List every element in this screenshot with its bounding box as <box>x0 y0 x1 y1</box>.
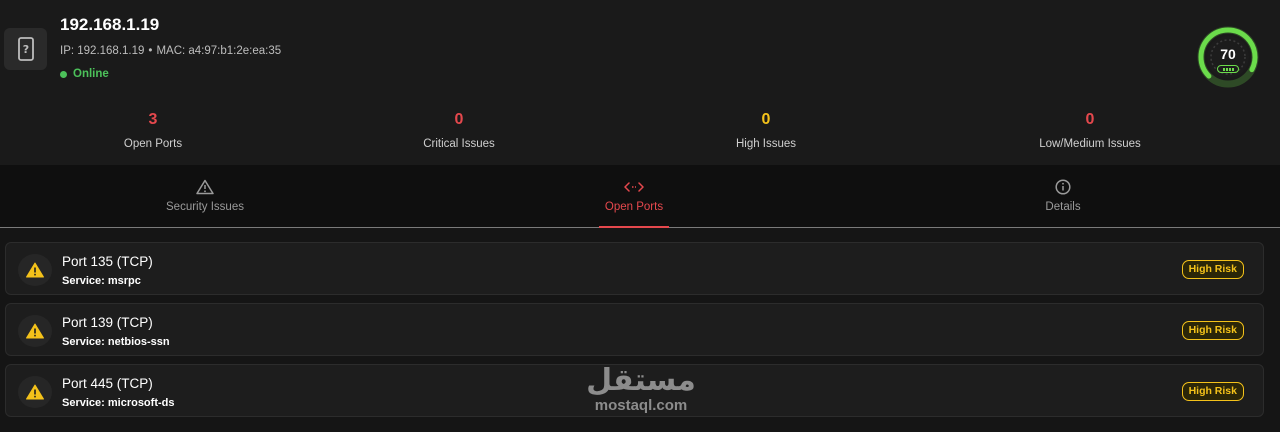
port-title: Port 135 (TCP) <box>62 254 153 269</box>
port-title: Port 445 (TCP) <box>62 376 153 391</box>
stat-value: 0 <box>454 111 464 128</box>
stat-label: Open Ports <box>123 138 183 150</box>
tab-label: Open Ports <box>604 201 664 213</box>
score-value: 70 <box>1220 46 1236 62</box>
security-score-gauge: 70 <box>1196 25 1260 89</box>
tab-label: Security Issues <box>166 201 244 213</box>
port-list-item[interactable]: Port 139 (TCP) Service: netbios-ssn High… <box>5 303 1264 356</box>
risk-badge: High Risk <box>1181 321 1244 340</box>
warning-icon <box>18 376 52 408</box>
watermark-logo: مستقل mostaql.com <box>583 364 699 414</box>
stat-open-ports: 3 Open Ports <box>43 110 263 150</box>
stat-high-issues: 0 High Issues <box>656 110 876 150</box>
info-circle-icon <box>1055 179 1071 195</box>
warning-triangle-icon <box>196 179 214 195</box>
stat-label: Low/Medium Issues <box>1039 138 1141 150</box>
port-list-item[interactable]: Port 135 (TCP) Service: msrpc High Risk <box>5 242 1264 295</box>
tab-security-issues[interactable]: Security Issues <box>145 165 265 228</box>
battery-icon <box>1217 65 1239 73</box>
port-title: Port 139 (TCP) <box>62 315 153 330</box>
watermark-latin: mostaql.com <box>594 397 688 414</box>
device-ip: IP: 192.168.1.19 <box>60 45 145 57</box>
risk-badge: High Risk <box>1181 382 1244 401</box>
warning-icon <box>18 315 52 347</box>
port-service: Service: msrpc <box>62 275 141 287</box>
code-arrows-icon <box>624 179 644 195</box>
separator-dot: • <box>148 45 153 57</box>
status-badge: Online <box>60 68 109 80</box>
stat-value: 0 <box>1085 111 1095 128</box>
tab-bar: Security Issues Open Ports Details <box>0 165 1280 228</box>
device-mac: MAC: a4:97:b1:2e:ea:35 <box>156 45 282 57</box>
tab-label: Details <box>1045 201 1081 213</box>
active-tab-underline <box>599 226 669 228</box>
port-service: Service: microsoft-ds <box>62 397 175 409</box>
watermark-arabic: مستقل <box>586 363 696 398</box>
device-title: 192.168.1.19 <box>60 15 160 34</box>
tab-open-ports[interactable]: Open Ports <box>599 165 669 228</box>
port-service: Service: netbios-ssn <box>62 336 170 348</box>
stat-value: 0 <box>761 111 771 128</box>
stat-critical-issues: 0 Critical Issues <box>349 110 569 150</box>
tab-details[interactable]: Details <box>1033 165 1093 228</box>
stat-label: High Issues <box>735 138 797 150</box>
risk-badge: High Risk <box>1181 260 1244 279</box>
status-label: Online <box>73 68 109 80</box>
stat-value: 3 <box>148 111 158 128</box>
unknown-device-icon: ? <box>4 28 47 70</box>
device-header: ? 192.168.1.19 IP: 192.168.1.19 • MAC: a4:… <box>0 0 1280 165</box>
stat-label: Critical Issues <box>423 138 495 150</box>
device-ip-mac: IP: 192.168.1.19 • MAC: a4:97:b1:2e:ea:35 <box>60 45 281 57</box>
svg-text:?: ? <box>22 43 28 56</box>
status-dot-icon <box>60 70 67 78</box>
stat-low-medium-issues: 0 Low/Medium Issues <box>980 110 1200 150</box>
warning-icon <box>18 254 52 286</box>
